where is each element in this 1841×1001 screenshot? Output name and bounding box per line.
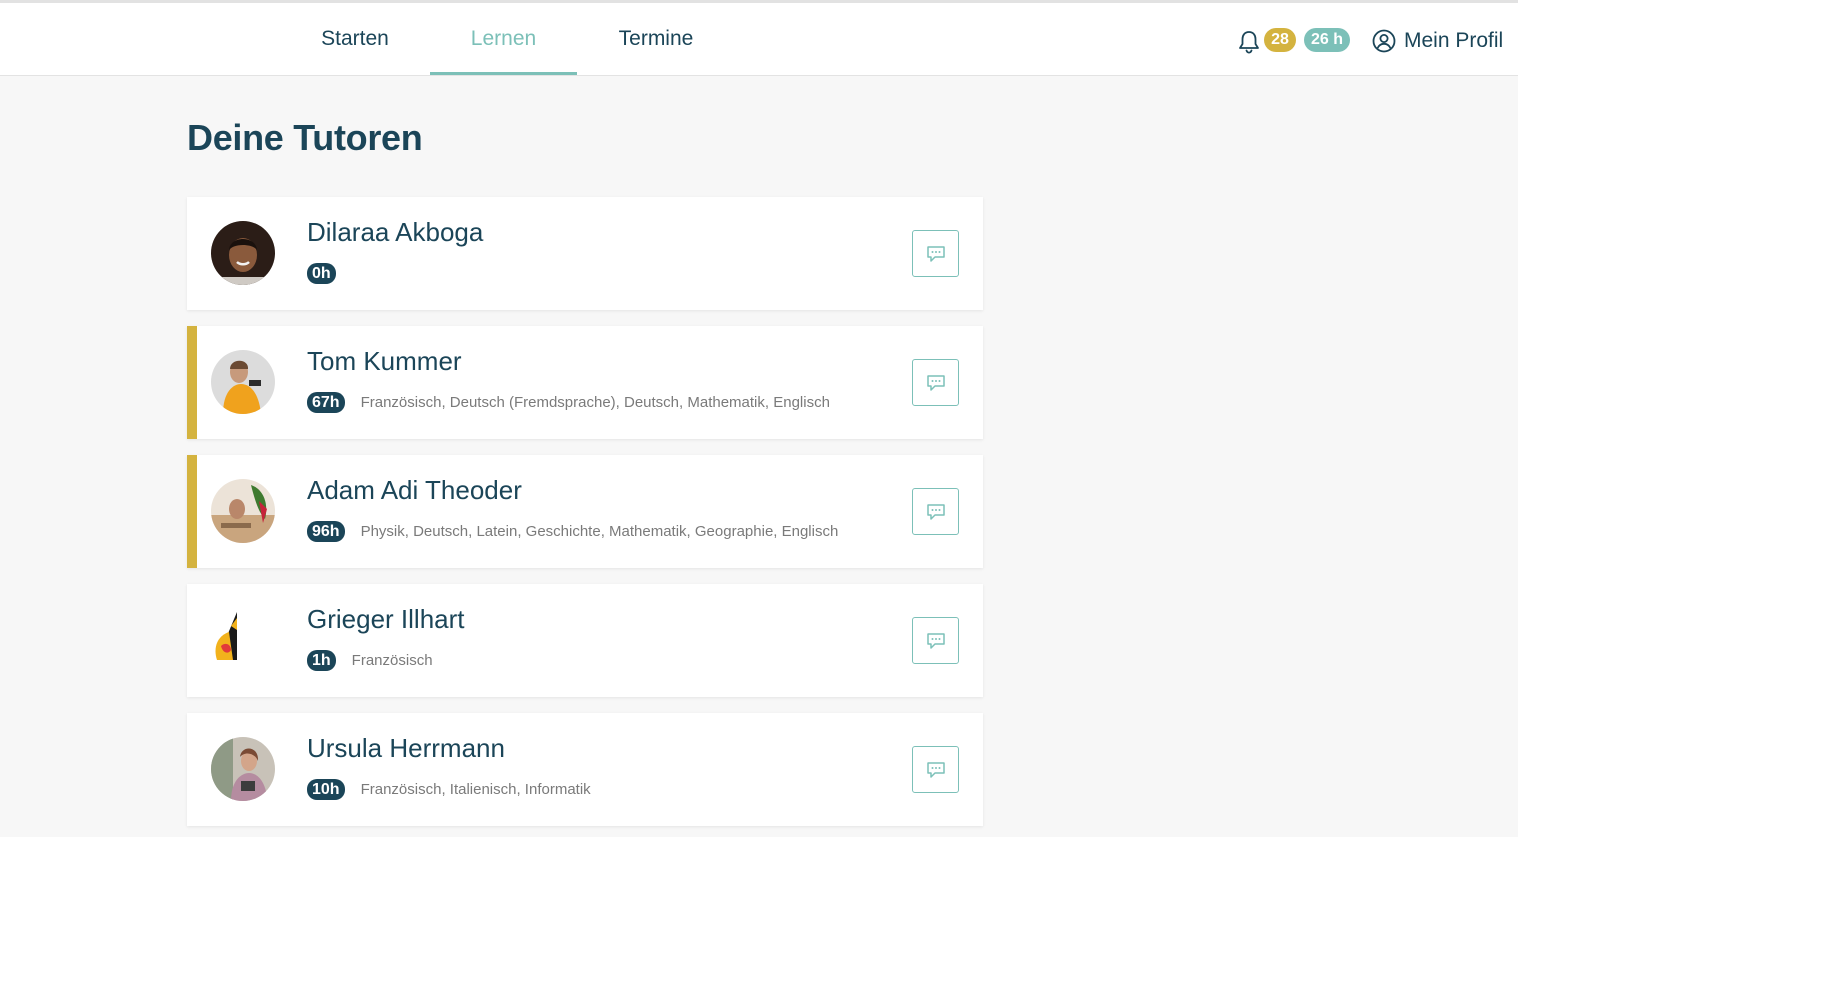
tutor-hours-badge: 0h [307, 263, 336, 284]
tutor-meta: 1h Französisch [307, 650, 433, 671]
bell-icon[interactable] [1237, 29, 1263, 55]
tutor-card[interactable]: Adam Adi Theoder 96h Physik, Deutsch, La… [187, 455, 983, 568]
tutor-name: Tom Kummer [307, 346, 462, 376]
tab-termine[interactable]: Termine [597, 3, 715, 75]
avatar [211, 608, 275, 672]
tutor-subjects: Französisch [351, 652, 433, 669]
tutor-subjects: Physik, Deutsch, Latein, Geschichte, Mat… [360, 523, 839, 540]
tutor-subjects: Französisch, Italienisch, Informatik [360, 781, 591, 798]
tutor-meta: 0h [307, 263, 336, 284]
tutor-hours-badge: 10h [307, 779, 345, 800]
top-navigation: Starten Lernen Termine 28 26 h Mein Prof… [0, 3, 1518, 76]
tutor-name: Adam Adi Theoder [307, 475, 522, 505]
chat-bubble-icon [926, 374, 945, 391]
app-window: Starten Lernen Termine 28 26 h Mein Prof… [0, 0, 1518, 837]
tutor-list: Dilaraa Akboga 0h Tom Kummer 67h Französ… [187, 197, 983, 842]
message-tutor-button[interactable] [912, 359, 959, 406]
profile-menu[interactable]: Mein Profil [1372, 25, 1503, 57]
tutor-card[interactable]: Dilaraa Akboga 0h [187, 197, 983, 310]
tutor-card[interactable]: Tom Kummer 67h Französisch, Deutsch (Fre… [187, 326, 983, 439]
avatar [211, 737, 275, 801]
message-tutor-button[interactable] [912, 617, 959, 664]
tab-starten[interactable]: Starten [300, 3, 410, 75]
tutor-meta: 10h Französisch, Italienisch, Informatik [307, 779, 591, 800]
tutor-name: Grieger Illhart [307, 604, 465, 634]
tutor-hours-badge: 67h [307, 392, 345, 413]
tutor-meta: 96h Physik, Deutsch, Latein, Geschichte,… [307, 521, 838, 542]
tutor-card[interactable]: Ursula Herrmann 10h Französisch, Italien… [187, 713, 983, 826]
tutor-name: Dilaraa Akboga [307, 217, 484, 247]
page-title: Deine Tutoren [187, 117, 423, 158]
tutor-subjects: Französisch, Deutsch (Fremdsprache), Deu… [360, 394, 830, 411]
message-tutor-button[interactable] [912, 746, 959, 793]
chat-bubble-icon [926, 632, 945, 649]
tutor-hours-badge: 96h [307, 521, 345, 542]
tutor-card[interactable]: Grieger Illhart 1h Französisch [187, 584, 983, 697]
chat-bubble-icon [926, 245, 945, 262]
hours-balance-badge: 26 h [1304, 28, 1350, 52]
avatar [211, 479, 275, 543]
tutor-hours-badge: 1h [307, 650, 336, 671]
tab-lernen[interactable]: Lernen [430, 3, 577, 75]
message-tutor-button[interactable] [912, 230, 959, 277]
avatar [211, 221, 275, 285]
notification-count-badge[interactable]: 28 [1264, 28, 1296, 52]
profile-label: Mein Profil [1404, 29, 1504, 52]
avatar [211, 350, 275, 414]
message-tutor-button[interactable] [912, 488, 959, 535]
chat-bubble-icon [926, 761, 945, 778]
tutor-name: Ursula Herrmann [307, 733, 505, 763]
user-circle-icon [1372, 29, 1396, 53]
chat-bubble-icon [926, 503, 945, 520]
tutor-meta: 67h Französisch, Deutsch (Fremdsprache),… [307, 392, 830, 413]
